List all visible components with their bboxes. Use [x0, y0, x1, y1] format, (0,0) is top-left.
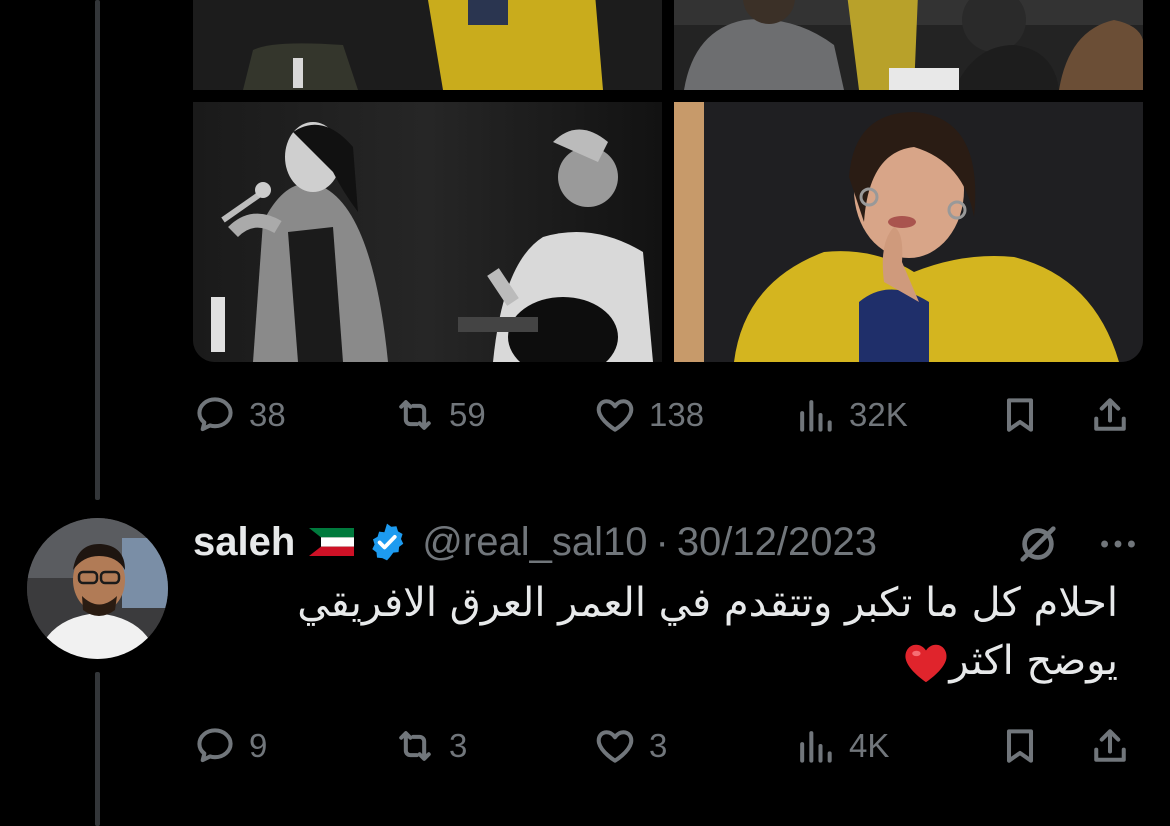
like-count: 138 — [649, 396, 705, 433]
reply-header: saleh @real_sal10 · 30/12/2023 — [193, 512, 877, 572]
repost-button[interactable]: 3 — [393, 716, 467, 776]
share-upload-icon — [1094, 398, 1126, 431]
reply-count: 9 — [249, 727, 268, 764]
reply-count: 38 — [249, 396, 286, 433]
red-heart-emoji-icon — [905, 644, 947, 683]
bar-chart-icon — [800, 400, 832, 432]
bookmark-icon — [1006, 729, 1034, 763]
media-photo-bottom-right[interactable] — [674, 102, 1143, 362]
tweet-text-line: يوضح اكثر — [949, 638, 1118, 684]
repost-arrows-icon — [399, 400, 431, 430]
bar-chart-icon — [800, 731, 832, 763]
share-button[interactable] — [1088, 385, 1132, 445]
bookmark-icon — [1006, 398, 1034, 432]
share-button[interactable] — [1088, 716, 1132, 776]
tweet-text-line-2: يوضح اكثر — [193, 632, 1118, 690]
bookmark-button[interactable] — [998, 716, 1042, 776]
media-photo-top-left[interactable] — [193, 0, 662, 90]
repost-count: 59 — [449, 396, 486, 433]
kuwait-flag-icon — [309, 528, 355, 556]
avatar[interactable] — [27, 518, 168, 659]
heart-outline-icon — [596, 399, 634, 432]
thread-connector-line — [95, 0, 100, 500]
reply-button[interactable]: 9 — [193, 716, 267, 776]
ellipsis-icon[interactable] — [1095, 524, 1141, 564]
bookmark-button[interactable] — [998, 385, 1042, 445]
reply-button[interactable]: 38 — [193, 385, 286, 445]
post-date[interactable]: 30/12/2023 — [677, 520, 877, 565]
like-button[interactable]: 3 — [593, 716, 667, 776]
tweet-text-line: احلام كل ما تكبر وتتقدم في العمر العرق ا… — [297, 580, 1118, 626]
like-button[interactable]: 138 — [593, 385, 704, 445]
heart-outline-icon — [596, 730, 634, 763]
media-photo-top-right[interactable] — [674, 0, 1143, 90]
view-count: 4K — [849, 727, 890, 764]
repost-arrows-icon — [399, 731, 431, 761]
repost-button[interactable]: 59 — [393, 385, 486, 445]
display-name[interactable]: saleh — [193, 520, 295, 565]
views-button[interactable]: 4K — [793, 716, 889, 776]
tweet-action-bar: 38 59 138 32K — [193, 385, 1143, 445]
separator-dot: · — [655, 519, 669, 564]
media-grid — [193, 0, 1143, 362]
views-button[interactable]: 32K — [793, 385, 908, 445]
tweet-text: احلام كل ما تكبر وتتقدم في العمر العرق ا… — [193, 574, 1118, 690]
share-upload-icon — [1094, 729, 1126, 762]
user-handle[interactable]: @real_sal10 — [422, 520, 647, 565]
like-count: 3 — [649, 727, 668, 764]
media-photo-bottom-left[interactable] — [193, 102, 662, 362]
view-count: 32K — [849, 396, 908, 433]
speech-bubble-icon — [197, 397, 233, 432]
thread-connector-line — [95, 672, 100, 826]
repost-count: 3 — [449, 727, 468, 764]
grok-slash-circle-icon[interactable] — [1015, 521, 1061, 567]
speech-bubble-icon — [197, 728, 233, 763]
reply-action-bar: 9 3 3 4K — [193, 716, 1143, 776]
verified-badge-icon — [372, 523, 404, 561]
